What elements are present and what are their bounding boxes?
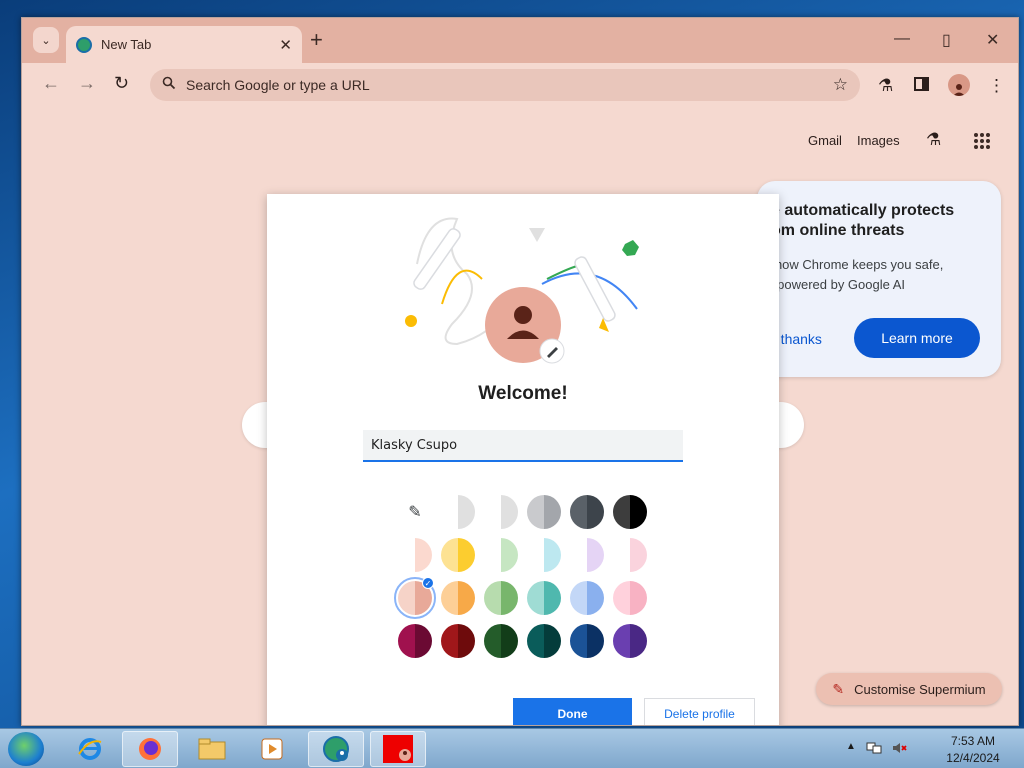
tab-title: New Tab [101, 37, 152, 52]
volume-muted-icon[interactable] [892, 741, 908, 758]
color-swatch[interactable] [484, 538, 518, 572]
images-link[interactable]: Images [857, 133, 900, 148]
close-window-button[interactable]: ✕ [986, 30, 999, 50]
color-swatch[interactable] [527, 624, 561, 658]
system-clock[interactable]: 7:53 AM 12/4/2024 [940, 733, 1006, 767]
color-swatch[interactable] [570, 538, 604, 572]
color-swatch[interactable] [441, 624, 475, 658]
start-button[interactable] [8, 732, 44, 766]
menu-kebab-icon[interactable]: ⋮ [988, 76, 1005, 96]
search-icon [162, 76, 176, 95]
back-icon[interactable]: ← [42, 73, 60, 94]
labs-flask-icon[interactable]: ⚗ [878, 76, 893, 96]
forward-icon[interactable]: → [78, 73, 96, 94]
eyedropper-color-picker-icon[interactable]: ✎ [398, 495, 432, 529]
learn-more-button[interactable]: Learn more [854, 318, 980, 358]
color-swatch[interactable] [613, 581, 647, 615]
color-swatch[interactable] [484, 581, 518, 615]
promo-body: r how Chrome keeps you safe, y powered b… [767, 257, 944, 292]
maximize-button[interactable]: ▯ [942, 30, 951, 50]
bookmark-star-icon[interactable]: ☆ [833, 75, 848, 95]
minimize-button[interactable]: — [894, 30, 910, 48]
customise-button[interactable]: ✎ Customise Supermium [816, 673, 1002, 705]
promo-heading: e automatically protects om online threa… [771, 202, 955, 239]
tab-search-button[interactable]: ⌄ [33, 27, 59, 53]
clock-time: 7:53 AM [950, 734, 996, 748]
color-swatch[interactable] [484, 624, 518, 658]
firefox-icon[interactable] [122, 731, 178, 767]
welcome-title: Welcome! [478, 383, 568, 404]
color-swatch[interactable] [398, 624, 432, 658]
profile-avatar-button[interactable] [948, 74, 970, 96]
color-swatch[interactable] [441, 538, 475, 572]
color-swatch[interactable] [613, 538, 647, 572]
color-swatch[interactable] [570, 624, 604, 658]
profile-customization-dialog: Welcome! ✎ ✓ Done Delete profile [267, 194, 779, 725]
show-hidden-icons-icon[interactable]: ▲ [846, 741, 856, 752]
network-icon[interactable] [866, 741, 882, 758]
delete-profile-button[interactable]: Delete profile [644, 698, 755, 725]
chevron-down-icon: ⌄ [41, 34, 51, 47]
ie-icon[interactable] [62, 731, 118, 767]
media-player-icon[interactable] [244, 731, 300, 767]
reload-icon[interactable]: ↻ [114, 73, 129, 94]
color-swatch[interactable] [441, 495, 475, 529]
safety-promo-card: e automatically protects om online threa… [757, 181, 1001, 377]
side-panel-icon[interactable] [914, 76, 929, 96]
new-tab-button[interactable]: + [310, 29, 323, 51]
color-swatch[interactable] [484, 495, 518, 529]
explorer-folder-icon[interactable] [184, 731, 240, 767]
toolbar: ← → ↻ Search Google or type a URL ☆ ⚗ ⋮ [22, 63, 1018, 108]
tab-close-icon[interactable]: ✕ [279, 36, 292, 54]
color-swatch[interactable] [527, 581, 561, 615]
supermium-icon [76, 36, 92, 53]
color-swatch[interactable] [441, 581, 475, 615]
taskbar: ▲ 7:53 AM 12/4/2024 [0, 728, 1024, 768]
tab-new-tab[interactable]: New Tab ✕ [66, 26, 302, 63]
color-swatch[interactable] [613, 495, 647, 529]
browser-window: ⌄ New Tab ✕ + — ▯ ✕ ← → ↻ Search Google … [21, 17, 1019, 726]
supermium-taskbar-icon[interactable] [308, 731, 364, 767]
omnibox-placeholder: Search Google or type a URL [186, 77, 370, 93]
omnibox[interactable]: Search Google or type a URL ☆ [150, 69, 860, 101]
clock-date: 12/4/2024 [946, 751, 1000, 765]
gmail-link[interactable]: Gmail [808, 133, 842, 148]
pencil-icon: ✎ [832, 680, 845, 697]
done-button[interactable]: Done [513, 698, 632, 725]
profile-name-input[interactable] [363, 430, 683, 462]
new-tab-page: Gmail Images ⚗ e automatically protects … [22, 108, 1018, 725]
app-red-icon[interactable] [370, 731, 426, 767]
selected-check-icon: ✓ [422, 577, 434, 589]
tab-strip: ⌄ New Tab ✕ + — ▯ ✕ [22, 18, 1018, 63]
color-swatch[interactable] [527, 495, 561, 529]
color-swatch[interactable] [570, 495, 604, 529]
welcome-illustration [405, 217, 639, 364]
customise-label: Customise Supermium [854, 681, 986, 697]
apps-grid-icon[interactable] [973, 132, 991, 155]
color-swatch[interactable] [398, 538, 432, 572]
color-swatch[interactable] [570, 581, 604, 615]
color-swatch[interactable] [527, 538, 561, 572]
color-swatch[interactable] [613, 624, 647, 658]
labs-icon[interactable]: ⚗ [926, 130, 941, 150]
